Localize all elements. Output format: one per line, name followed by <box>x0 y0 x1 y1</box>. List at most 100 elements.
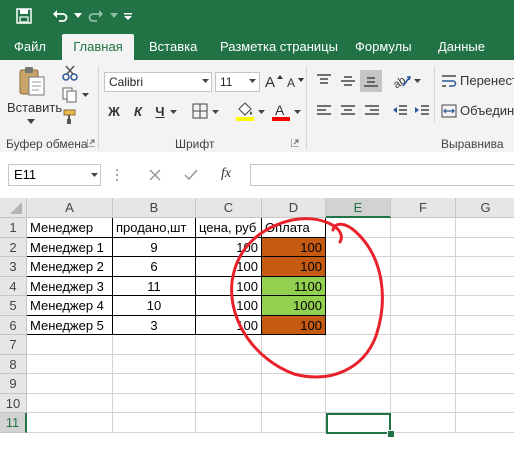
tab-home[interactable]: Главная <box>62 34 134 60</box>
table-header-cell[interactable]: цена, руб <box>196 218 262 238</box>
table-data-cell[interactable]: 100 <box>262 237 326 257</box>
borders-dropdown-icon[interactable] <box>210 107 220 117</box>
table-header-cell[interactable]: Оплата <box>262 218 326 238</box>
underline-dropdown-icon[interactable] <box>168 107 178 117</box>
cell-c7[interactable] <box>196 335 262 355</box>
cell-e7[interactable] <box>326 335 391 355</box>
cell-e1[interactable] <box>326 218 391 238</box>
table-data-cell[interactable]: 9 <box>113 237 196 257</box>
cell-f9[interactable] <box>391 374 456 394</box>
cell-d8[interactable] <box>262 354 326 374</box>
copy-icon[interactable] <box>60 86 80 104</box>
active-cell-selection[interactable] <box>326 413 391 434</box>
font-name-dropdown-icon[interactable] <box>200 76 210 86</box>
row-header-2[interactable]: 2 <box>0 237 27 257</box>
merge-center-icon[interactable] <box>440 102 458 120</box>
copy-dropdown-icon[interactable] <box>80 90 90 100</box>
table-data-cell[interactable]: Менеджер 4 <box>27 296 113 316</box>
row-header-4[interactable]: 4 <box>0 276 27 296</box>
tab-formulas[interactable]: Формулы <box>355 34 412 60</box>
cell-g3[interactable] <box>456 257 514 277</box>
row-header-5[interactable]: 5 <box>0 296 27 316</box>
name-box[interactable]: E11 <box>8 164 101 186</box>
row-header-3[interactable]: 3 <box>0 257 27 277</box>
undo-dropdown-icon[interactable] <box>68 6 88 26</box>
clipboard-launcher-icon[interactable] <box>86 138 96 148</box>
table-data-cell[interactable]: 100 <box>196 237 262 257</box>
table-header-cell[interactable]: продано,шт <box>113 218 196 238</box>
align-bottom-icon[interactable] <box>360 70 382 92</box>
cell-f10[interactable] <box>391 393 456 413</box>
cell-a9[interactable] <box>27 374 113 394</box>
cell-e2[interactable] <box>326 237 391 257</box>
cell-a11[interactable] <box>27 413 113 433</box>
cell-g2[interactable] <box>456 238 514 257</box>
save-icon[interactable] <box>14 6 34 26</box>
font-color-icon[interactable]: A <box>270 100 292 122</box>
undo-icon[interactable] <box>50 6 70 26</box>
table-data-cell[interactable]: 3 <box>113 315 196 335</box>
table-data-cell[interactable]: 1000 <box>262 296 326 316</box>
cut-icon[interactable] <box>60 64 80 82</box>
row-header-9[interactable]: 9 <box>0 374 27 394</box>
column-header-e[interactable]: E <box>326 198 391 218</box>
table-data-cell[interactable]: 11 <box>113 276 196 296</box>
increase-font-size-icon[interactable]: A <box>264 71 284 91</box>
cell-e3[interactable] <box>326 257 391 277</box>
cell-f2[interactable] <box>391 237 456 257</box>
table-data-cell[interactable]: Менеджер 1 <box>27 237 113 257</box>
select-all-corner[interactable] <box>0 198 27 218</box>
fill-color-dropdown-icon[interactable] <box>256 107 266 117</box>
table-data-cell[interactable]: 10 <box>113 296 196 316</box>
paste-icon[interactable] <box>14 64 50 98</box>
paste-dropdown-icon[interactable] <box>24 116 38 126</box>
table-data-cell[interactable]: 100 <box>196 276 262 296</box>
cell-c10[interactable] <box>196 393 262 413</box>
decrease-font-size-icon[interactable]: A <box>286 73 306 91</box>
cell-e5[interactable] <box>326 296 391 316</box>
cell-e6[interactable] <box>326 315 391 335</box>
cell-b11[interactable] <box>113 413 196 433</box>
row-header-1[interactable]: 1 <box>0 218 27 238</box>
cell-f1[interactable] <box>391 218 456 238</box>
align-right-icon[interactable] <box>362 102 382 120</box>
customize-quick-access-icon[interactable] <box>118 6 138 26</box>
table-header-cell[interactable]: Менеджер <box>27 218 113 238</box>
column-header-a[interactable]: A <box>27 198 113 218</box>
cell-f4[interactable] <box>391 276 456 296</box>
cell-g9[interactable] <box>456 374 514 394</box>
font-color-dropdown-icon[interactable] <box>292 107 302 117</box>
fill-color-icon[interactable] <box>234 100 256 122</box>
cell-g6[interactable] <box>456 316 514 335</box>
row-header-8[interactable]: 8 <box>0 354 27 374</box>
align-center-icon[interactable] <box>338 102 358 120</box>
cell-e8[interactable] <box>326 354 391 374</box>
formula-input[interactable] <box>250 164 514 186</box>
cell-d9[interactable] <box>262 374 326 394</box>
cell-g4[interactable] <box>456 277 514 296</box>
cell-e9[interactable] <box>326 374 391 394</box>
insert-function-button[interactable]: fx <box>221 166 231 182</box>
cell-f6[interactable] <box>391 315 456 335</box>
table-data-cell[interactable]: 6 <box>113 257 196 277</box>
cell-d7[interactable] <box>262 335 326 355</box>
orientation-dropdown-icon[interactable] <box>412 76 422 86</box>
confirm-entry-icon[interactable] <box>182 166 200 184</box>
row-header-11[interactable]: 11 <box>0 413 27 433</box>
cell-f7[interactable] <box>391 335 456 355</box>
tab-data[interactable]: Данные <box>438 34 485 60</box>
column-header-b[interactable]: B <box>113 198 196 218</box>
column-header-g[interactable]: G <box>456 198 514 218</box>
cell-a8[interactable] <box>27 354 113 374</box>
redo-icon[interactable] <box>86 6 106 26</box>
cell-g5[interactable] <box>456 296 514 316</box>
font-name-select[interactable]: Calibri <box>104 72 212 92</box>
borders-icon[interactable] <box>190 102 210 120</box>
cell-e4[interactable] <box>326 276 391 296</box>
cancel-entry-icon[interactable] <box>146 166 164 184</box>
row-header-7[interactable]: 7 <box>0 335 27 355</box>
column-header-c[interactable]: C <box>196 198 262 218</box>
paste-button-label[interactable]: Вставить <box>7 100 62 115</box>
tab-insert[interactable]: Вставка <box>149 34 197 60</box>
underline-button[interactable]: Ч <box>152 102 168 120</box>
